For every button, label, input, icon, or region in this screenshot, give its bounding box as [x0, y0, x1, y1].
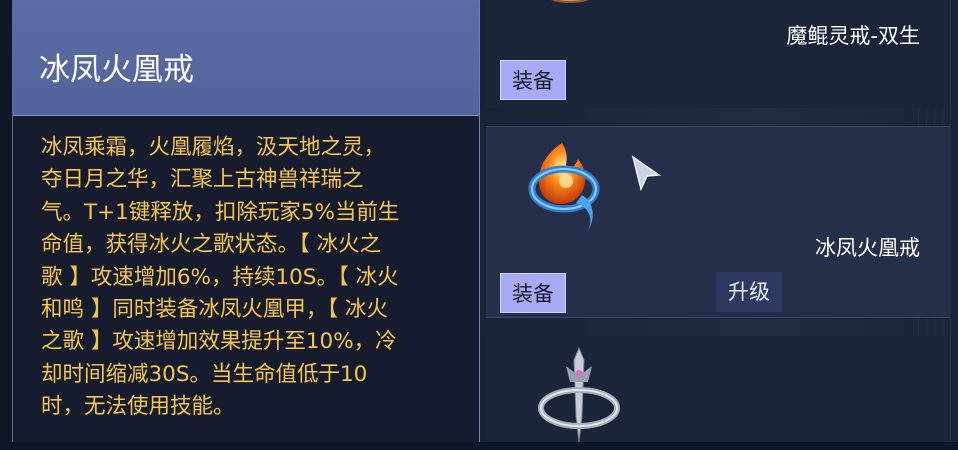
upgrade-button[interactable]: 升级: [716, 272, 782, 312]
phoenix-ring-icon: [522, 137, 608, 239]
item-tooltip: 冰凤火凰戒 冰凤乘霜，火凰履焰，汲天地之灵， 夺日月之华，汇聚上古神兽祥瑞之 气…: [12, 0, 480, 442]
equip-button[interactable]: 装备: [500, 60, 566, 100]
list-item[interactable]: 魔鲲灵戒-双生 装备: [486, 0, 950, 108]
mouse-cursor-icon: [630, 155, 662, 197]
sword-ring-icon: [536, 346, 622, 450]
ring-icon: [532, 0, 608, 26]
tooltip-title: 冰凤火凰戒: [39, 52, 194, 88]
list-item[interactable]: [486, 336, 950, 443]
list-item[interactable]: 冰凤火凰戒 装备 升级: [486, 126, 950, 318]
equip-button[interactable]: 装备: [500, 273, 566, 313]
item-name: 冰凤火凰戒: [815, 236, 920, 260]
item-name: 魔鲲灵戒-双生: [786, 24, 920, 48]
tooltip-description: 冰凤乘霜，火凰履焰，汲天地之灵， 夺日月之华，汇聚上古神兽祥瑞之 气。T+1键释…: [41, 135, 400, 420]
tooltip-header: 冰凤火凰戒: [13, 0, 479, 116]
